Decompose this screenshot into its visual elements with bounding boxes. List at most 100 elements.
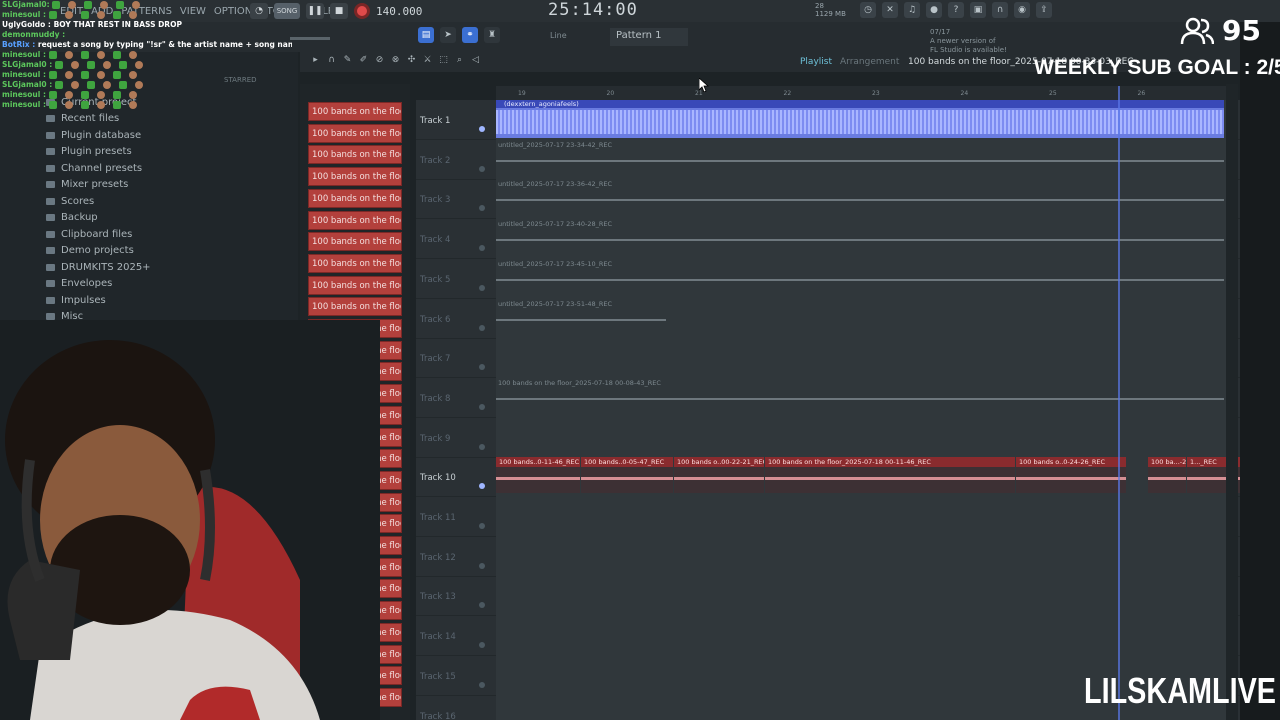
track-lane[interactable]: untitled_2025-07-17 23-45-10_REC bbox=[496, 258, 1226, 299]
tempo-display[interactable]: 140.000 bbox=[376, 5, 422, 18]
stop-button[interactable]: ■ bbox=[330, 3, 348, 19]
track-lane[interactable]: untitled_2025-07-17 23-40-28_REC bbox=[496, 219, 1226, 260]
track-lane[interactable] bbox=[496, 536, 1226, 577]
track-lane[interactable]: 100 bands..0-11-46_REC 100 bands..0-05-47… bbox=[496, 457, 1245, 498]
browser-item[interactable]: Channel presets bbox=[46, 160, 151, 177]
track-mute-led[interactable] bbox=[479, 681, 485, 688]
track-lane[interactable] bbox=[496, 338, 1226, 379]
arrow-icon[interactable]: ➤ bbox=[440, 27, 456, 43]
track-mute-led[interactable] bbox=[479, 205, 485, 212]
track-label[interactable]: Track 7 bbox=[420, 354, 450, 364]
track-mute-led[interactable] bbox=[479, 443, 485, 450]
track-lane[interactable] bbox=[496, 497, 1226, 537]
pattern-item[interactable]: 100 bands on the floor_ bbox=[308, 167, 402, 187]
mic-icon[interactable]: ♫ bbox=[904, 2, 920, 18]
song-position-clock[interactable]: 25:14:00 bbox=[548, 0, 638, 20]
pattern-item[interactable]: 100 bands on the floor_ bbox=[308, 275, 402, 295]
snap-selector[interactable]: Line bbox=[550, 31, 567, 40]
track-label[interactable]: Track 9 bbox=[420, 434, 450, 444]
playlist-section[interactable]: Arrangement bbox=[840, 57, 899, 67]
stamp-icon[interactable]: ♜ bbox=[484, 27, 500, 43]
audio-clip[interactable]: (dexxtern_agoniafeels) bbox=[496, 100, 1224, 138]
track-label[interactable]: Track 12 bbox=[420, 553, 456, 563]
track-label[interactable]: Track 11 bbox=[420, 513, 456, 523]
track-lane[interactable] bbox=[496, 616, 1226, 657]
master-volume-slider[interactable] bbox=[290, 37, 330, 40]
mute-icon[interactable]: ⊗ bbox=[390, 55, 401, 66]
playlist-view-icon[interactable]: ▤ bbox=[418, 27, 434, 43]
pause-button[interactable]: ❚❚ bbox=[306, 3, 324, 19]
track-label[interactable]: Track 10 bbox=[420, 473, 456, 483]
browser-item[interactable]: Backup bbox=[46, 210, 151, 227]
headphones-icon[interactable]: ∩ bbox=[992, 2, 1008, 18]
delete-icon[interactable]: ⊘ bbox=[374, 55, 385, 66]
track-lane[interactable]: untitled_2025-07-17 23-36-42_REC bbox=[496, 179, 1226, 220]
mic-icon-2[interactable]: ● bbox=[926, 2, 942, 18]
link-icon[interactable]: ⚭ bbox=[462, 27, 478, 43]
zoom-icon[interactable]: ⌕ bbox=[454, 55, 465, 66]
audio-clip[interactable]: 100 bands..0-05-47_REC bbox=[581, 457, 673, 494]
track-mute-led[interactable] bbox=[479, 364, 485, 371]
pattern-item[interactable]: 100 bands on the floor_ bbox=[308, 145, 402, 165]
clock-icon[interactable]: ◷ bbox=[860, 2, 876, 18]
track-mute-led[interactable] bbox=[479, 126, 485, 132]
upload-icon[interactable]: ⇪ bbox=[1036, 2, 1052, 18]
pattern-item[interactable]: 100 bands on the floor_ bbox=[308, 232, 402, 252]
pencil-icon[interactable]: ✎ bbox=[342, 55, 353, 66]
pattern-item[interactable]: 100 bands on the floor_ bbox=[308, 210, 402, 230]
playhead[interactable] bbox=[1118, 86, 1120, 720]
track-label[interactable]: Track 14 bbox=[420, 632, 456, 642]
browser-item[interactable]: DRUMKITS 2025+ bbox=[46, 259, 151, 276]
speaker-icon[interactable]: ◁ bbox=[470, 55, 481, 66]
pattern-item[interactable]: 100 bands on the floor_ bbox=[308, 102, 402, 121]
track-mute-led[interactable] bbox=[479, 324, 485, 331]
track-lane[interactable]: untitled_2025-07-17 23-34-42_REC bbox=[496, 139, 1226, 180]
track-label[interactable]: Track 8 bbox=[420, 394, 450, 404]
track-label[interactable]: Track 16 bbox=[420, 712, 456, 720]
clip-title[interactable]: untitled_2025-07-17 23-36-42_REC bbox=[498, 180, 612, 188]
track-lane[interactable]: (dexxtern_agoniafeels) bbox=[496, 100, 1226, 140]
browser-item[interactable]: Impulses bbox=[46, 292, 151, 309]
track-mute-led[interactable] bbox=[479, 403, 485, 410]
browser-item[interactable]: Demo projects bbox=[46, 243, 151, 260]
track-lane[interactable] bbox=[496, 417, 1226, 458]
track-lane[interactable] bbox=[496, 576, 1226, 617]
pattern-selector[interactable]: Pattern 1 bbox=[610, 28, 688, 46]
chat-icon[interactable]: ◉ bbox=[1014, 2, 1030, 18]
brush-icon[interactable]: ✐ bbox=[358, 55, 369, 66]
track-label[interactable]: Track 4 bbox=[420, 235, 450, 245]
track-mute-led[interactable] bbox=[479, 602, 485, 609]
track-label[interactable]: Track 13 bbox=[420, 592, 456, 602]
track-label[interactable]: Track 1 bbox=[420, 116, 450, 126]
timeline-ruler[interactable]: 19 20 21 22 23 24 25 26 bbox=[496, 86, 1226, 100]
magnet-icon[interactable]: ∩ bbox=[326, 55, 337, 66]
track-lane[interactable]: untitled_2025-07-17 23-51-48_REC bbox=[496, 298, 1226, 339]
track-mute-led[interactable] bbox=[479, 284, 485, 291]
browser-item[interactable]: Clipboard files bbox=[46, 226, 151, 243]
track-mute-led[interactable] bbox=[479, 642, 485, 649]
browser-item[interactable]: Plugin presets bbox=[46, 144, 151, 161]
audio-clip[interactable]: 100 bands o..0-24-26_REC bbox=[1016, 457, 1126, 494]
track-mute-led[interactable] bbox=[479, 562, 485, 569]
clip-title[interactable]: untitled_2025-07-17 23-40-28_REC bbox=[498, 220, 612, 228]
clip-title[interactable]: untitled_2025-07-17 23-34-42_REC bbox=[498, 141, 612, 149]
pattern-item[interactable]: 100 bands on the floor_ bbox=[308, 297, 402, 317]
clip-title[interactable]: untitled_2025-07-17 23-45-10_REC bbox=[498, 260, 612, 268]
clip-title[interactable]: untitled_2025-07-17 23-51-48_REC bbox=[498, 300, 612, 308]
browser-item[interactable]: Plugin database bbox=[46, 127, 151, 144]
track-label[interactable]: Track 2 bbox=[420, 156, 450, 166]
track-label[interactable]: Track 5 bbox=[420, 275, 450, 285]
update-notice[interactable]: 07/17 A newer version of FL Studio is av… bbox=[930, 28, 1007, 55]
record-button[interactable] bbox=[354, 3, 370, 19]
track-label[interactable]: Track 15 bbox=[420, 672, 456, 682]
browser-item[interactable]: Scores bbox=[46, 193, 151, 210]
track-label[interactable]: Track 3 bbox=[420, 195, 450, 205]
track-lane[interactable]: 100 bands on the floor_2025-07-18 00-08-… bbox=[496, 377, 1226, 418]
clip-title[interactable]: 100 bands on the floor_2025-07-18 00-08-… bbox=[498, 379, 661, 387]
browser-item[interactable]: Recent files bbox=[46, 111, 151, 128]
audio-clip[interactable]: 100 bands..0-11-46_REC bbox=[496, 457, 580, 494]
audio-clip[interactable]: 100 ba...-26_REC bbox=[1148, 457, 1186, 494]
pattern-item[interactable]: 100 bands on the floor_ bbox=[308, 188, 402, 208]
slip-icon[interactable]: ✣ bbox=[406, 55, 417, 66]
track-mute-led[interactable] bbox=[479, 165, 485, 172]
